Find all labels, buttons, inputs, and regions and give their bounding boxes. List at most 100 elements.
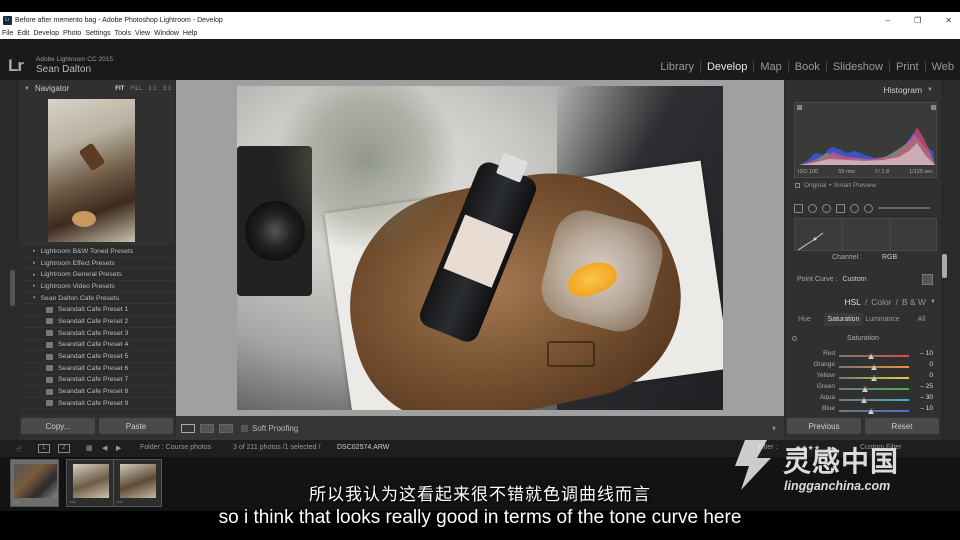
preset-item[interactable]: Seandalt Cafe Preset 5 <box>19 351 175 363</box>
tab-hue[interactable]: Hue <box>785 313 824 326</box>
close-button[interactable]: ✕ <box>945 16 952 25</box>
preset-folder[interactable]: Lightroom B&W Toned Presets <box>19 246 175 258</box>
soft-proofing-checkbox[interactable] <box>241 424 248 432</box>
preset-folder[interactable]: Lightroom General Presets <box>19 269 175 282</box>
hsl-mode[interactable]: HSL <box>844 297 861 307</box>
main-photo[interactable] <box>237 86 723 410</box>
graduated-filter-icon[interactable] <box>836 203 845 213</box>
slider-track[interactable] <box>839 364 909 370</box>
left-panel-toggle[interactable] <box>10 270 15 306</box>
spot-removal-icon[interactable] <box>808 203 817 213</box>
slider-value[interactable]: – 10 <box>920 350 933 357</box>
zoom-fill[interactable]: FILL <box>130 86 142 92</box>
preset-item[interactable]: Seandalt Cafe Preset 4 <box>19 340 175 352</box>
slider-track[interactable] <box>839 397 909 403</box>
preset-item[interactable]: Seandalt Cafe Preset 3 <box>19 328 175 340</box>
slider-track[interactable] <box>839 386 909 392</box>
module-library[interactable]: Library <box>654 61 700 73</box>
slider-thumb[interactable] <box>860 397 867 403</box>
preset-folder[interactable]: Lightroom Video Presets <box>19 281 175 293</box>
slider-thumb[interactable] <box>862 386 869 392</box>
before-after-view-icon[interactable] <box>200 423 214 433</box>
forward-arrow-icon[interactable]: ▶ <box>116 444 121 452</box>
point-curve-value[interactable]: Custom <box>842 276 866 283</box>
channel-value[interactable]: RGB <box>882 254 897 261</box>
slider-thumb[interactable] <box>871 375 877 381</box>
preset-item[interactable]: Seandalt Cafe Preset 7 <box>19 375 175 387</box>
folder-source[interactable]: Folder : Course photos <box>140 444 211 451</box>
slider-value[interactable]: – 25 <box>920 383 933 390</box>
module-map[interactable]: Map <box>753 61 787 73</box>
preset-item[interactable]: Seandalt Cafe Preset 8 <box>19 386 175 398</box>
tool-strip <box>790 199 936 217</box>
radial-filter-icon[interactable] <box>850 203 859 213</box>
navigator-preview-image[interactable] <box>48 99 135 242</box>
back-arrow-icon[interactable]: ◀ <box>102 444 107 452</box>
module-web[interactable]: Web <box>924 61 960 73</box>
slider-value[interactable]: 0 <box>929 372 933 379</box>
slider-track[interactable] <box>839 353 909 359</box>
minimize-button[interactable]: – <box>886 16 890 25</box>
zoom-3-1[interactable]: 3:1 <box>163 86 171 92</box>
slider-track[interactable] <box>839 408 909 414</box>
preset-item[interactable]: Seandalt Cafe Preset 2 <box>19 316 175 328</box>
paste-button[interactable]: Paste <box>99 418 173 434</box>
menu-help[interactable]: Help <box>183 30 197 37</box>
preset-folder[interactable]: Lightroom Effect Presets <box>19 258 175 270</box>
grid-icon[interactable]: ▦ <box>86 444 93 452</box>
menu-photo[interactable]: Photo <box>63 30 81 37</box>
preset-item[interactable]: Seandalt Cafe Preset 1 <box>19 304 175 317</box>
reset-button[interactable]: Reset <box>865 418 939 434</box>
menu-file[interactable]: File <box>2 30 13 37</box>
menu-tools[interactable]: Tools <box>115 30 131 37</box>
menu-window[interactable]: Window <box>154 30 179 37</box>
red-eye-icon[interactable] <box>822 203 831 213</box>
highlight-clipping-icon[interactable] <box>931 105 936 110</box>
point-curve-edit-icon[interactable] <box>922 274 933 285</box>
slider-value[interactable]: 0 <box>929 361 933 368</box>
module-print[interactable]: Print <box>888 61 925 73</box>
menu-settings[interactable]: Settings <box>85 30 110 37</box>
right-panel-scrollbar[interactable] <box>942 254 947 278</box>
menu-view[interactable]: View <box>135 30 150 37</box>
zoom-fit[interactable]: FIT <box>115 86 124 92</box>
preset-folder[interactable]: Sean Dalton Cafe Presets <box>19 293 175 305</box>
toolbar-menu-arrow-icon[interactable]: ▾ <box>772 424 776 433</box>
tab-all[interactable]: All <box>902 313 941 326</box>
adjustment-brush-icon[interactable] <box>864 203 873 213</box>
zoom-1-1[interactable]: 1:1 <box>148 86 156 92</box>
copy-button[interactable]: Copy... <box>21 418 95 434</box>
hand-icon[interactable]: ☝ <box>16 444 21 455</box>
module-develop[interactable]: Develop <box>699 61 753 73</box>
slider-thumb[interactable] <box>867 353 874 359</box>
histogram-header[interactable]: Histogram ▼ <box>785 80 941 100</box>
module-slideshow[interactable]: Slideshow <box>825 61 889 73</box>
tab-luminance[interactable]: Luminance <box>863 313 902 326</box>
color-mode[interactable]: Color <box>871 297 891 307</box>
navigator-header[interactable]: ▼ Navigator FIT FILL 1:1 3:1 <box>19 80 175 97</box>
bw-mode[interactable]: B & W <box>902 297 926 307</box>
previous-button[interactable]: Previous <box>787 418 861 434</box>
slider-thumb[interactable] <box>871 364 877 370</box>
slider-value[interactable]: – 30 <box>920 394 933 401</box>
slider-track[interactable] <box>839 375 909 381</box>
preset-item[interactable]: Seandalt Cafe Preset 6 <box>19 363 175 375</box>
tone-curve-graph[interactable] <box>794 218 937 251</box>
point-curve-row: Point Curve : Custom <box>797 276 867 283</box>
smart-preview-icon <box>795 183 800 188</box>
before-after-swap-icon[interactable] <box>219 423 233 433</box>
preset-item[interactable]: Seandalt Cafe Preset 9 <box>19 398 175 410</box>
shadow-clipping-icon[interactable] <box>797 105 802 110</box>
tab-saturation[interactable]: Saturation <box>824 313 863 326</box>
module-book[interactable]: Book <box>787 61 826 73</box>
menu-edit[interactable]: Edit <box>17 30 29 37</box>
slider-thumb[interactable] <box>867 408 874 414</box>
slider-value[interactable]: – 10 <box>920 405 933 412</box>
loupe-view-icon[interactable] <box>181 423 195 433</box>
maximize-button[interactable]: ❐ <box>914 16 921 25</box>
menu-develop[interactable]: Develop <box>33 30 59 37</box>
crop-tool-icon[interactable] <box>794 203 803 213</box>
histogram[interactable]: ISO 100 55 mm f / 1.8 1/125 sec <box>794 102 937 178</box>
tone-curve-channel[interactable]: Channel : RGB <box>785 254 941 266</box>
tool-slider[interactable] <box>878 207 930 209</box>
